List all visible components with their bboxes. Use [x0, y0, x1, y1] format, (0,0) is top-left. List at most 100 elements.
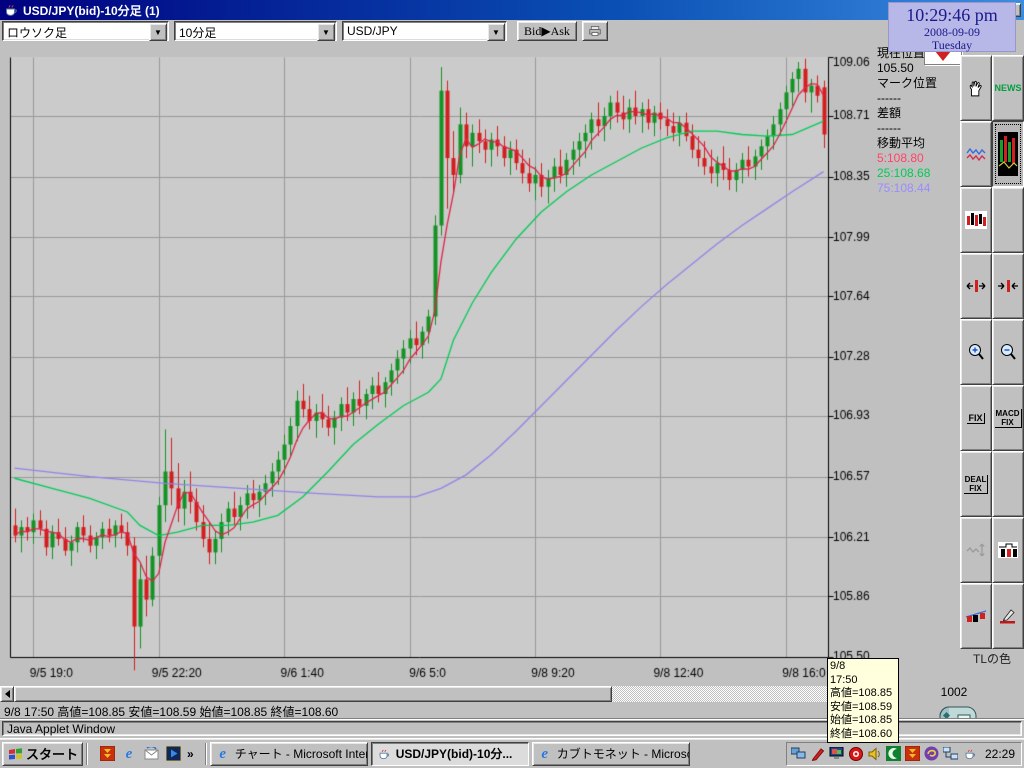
pan-button[interactable] [960, 55, 992, 121]
chart-horizontal-scrollbar[interactable] [0, 686, 876, 702]
pencil-icon [999, 607, 1017, 625]
ime-swirl-icon[interactable] [924, 746, 940, 762]
volume-bars-icon [998, 542, 1018, 558]
interval-select[interactable]: 10分足 ▼ [174, 21, 337, 41]
red-marker-icon [935, 51, 951, 61]
chevron-down-icon[interactable]: ▼ [487, 23, 505, 41]
macd-fix-label: MACDFIX [995, 409, 1022, 428]
gray-wave-arrows-icon [966, 542, 986, 558]
tooltip-date: 9/8 [830, 660, 896, 674]
volume-icon[interactable] [867, 746, 883, 762]
chevron-down-icon[interactable]: ▼ [149, 23, 167, 41]
clock-widget[interactable]: 10:29:46 pm 2008-09-09 Tuesday [888, 2, 1016, 52]
position-info-panel: 現在位置 105.50 マーク位置 ------ 差額 ------ 移動平均 … [877, 46, 961, 196]
deal-fix-button[interactable]: DEALFIX [960, 451, 992, 517]
print-button[interactable] [582, 21, 608, 41]
internet-explorer-icon: e [537, 746, 553, 762]
scrollbar-thumb[interactable] [14, 686, 612, 702]
zoom-in-button[interactable] [960, 319, 992, 385]
crescent-icon[interactable] [886, 746, 902, 762]
chevron-down-icon[interactable]: ▼ [317, 23, 335, 41]
side-toolbar: NEWS FIX MACDFIX DEALFIX [960, 55, 1024, 649]
internet-explorer-icon: e [215, 746, 231, 762]
mark-position-value: ------ [877, 91, 961, 106]
taskbar-window-kabutomonet[interactable]: e カブトモネット - Microsoft I.. [532, 742, 690, 766]
taskbar-window-label: カブトモネット - Microsoft I.. [557, 745, 690, 762]
fix-button[interactable]: FIX [960, 385, 992, 451]
news-label: NEWS [995, 83, 1022, 93]
moving-average-label: 移動平均 [877, 136, 961, 151]
internet-explorer-icon[interactable]: e [121, 746, 137, 762]
quick-launch-bar: e » [99, 746, 194, 762]
tooltip-open: 始値=108.85 [830, 714, 896, 728]
news-button[interactable]: NEWS [992, 55, 1024, 121]
java-tray-icon[interactable] [962, 746, 978, 762]
chart-toolbar: ロウソク足 ▼ 10分足 ▼ USD/JPY ▼ Bid▶Ask [0, 20, 1024, 42]
tooltip-close: 終値=108.60 [830, 728, 896, 742]
trendline-color-label: TLの色 [961, 650, 1023, 667]
mail-count: 1002 [934, 685, 974, 699]
deal-fix-label: DEALFIX [964, 475, 989, 494]
narrow-bars-button[interactable] [992, 253, 1024, 319]
chart-type-select[interactable]: ロウソク足 ▼ [2, 21, 169, 41]
taskbar-window-chart[interactable]: e チャート - Microsoft Intern... [210, 742, 368, 766]
start-label: スタート [26, 744, 78, 763]
trendline-button[interactable] [960, 583, 992, 649]
start-button[interactable]: スタート [2, 742, 83, 766]
difference-label: 差額 [877, 106, 961, 121]
tooltip-time: 17:50 [830, 674, 896, 688]
line-chart-mode-button[interactable] [960, 121, 992, 187]
bar-chart-icon [965, 211, 987, 229]
download-manager-tray-icon[interactable] [905, 746, 921, 762]
clock-time: 10:29:46 pm [889, 4, 1015, 26]
pc-network-icon[interactable] [791, 746, 807, 762]
symbol-value: USD/JPY [343, 22, 506, 42]
candle-chart-mode-button[interactable] [992, 121, 1024, 187]
scale-adjust-button-disabled[interactable] [960, 517, 992, 583]
divider [86, 743, 88, 765]
download-manager-icon[interactable] [99, 746, 115, 762]
print-icon [589, 24, 601, 38]
chart-type-value: ロウソク足 [3, 22, 168, 42]
price-chart[interactable] [0, 42, 880, 686]
quick-launch-more-button[interactable]: » [187, 747, 194, 761]
alert-badge-icon[interactable] [848, 746, 864, 762]
desktop: USD/JPY(bid)-10分足 (1) × ロウソク足 ▼ 10分足 ▼ U… [0, 0, 1024, 768]
bid-ask-toggle-button[interactable]: Bid▶Ask [517, 21, 577, 41]
system-tray: 22:29 [786, 742, 1022, 766]
draw-button[interactable] [992, 583, 1024, 649]
compress-horizontal-icon [997, 279, 1019, 293]
candlestick-icon [998, 132, 1018, 176]
widen-bars-button[interactable] [960, 253, 992, 319]
windows-logo-icon [7, 747, 23, 761]
lan-connection-icon[interactable] [943, 746, 959, 762]
divider [205, 743, 207, 765]
triangle-left-icon [5, 690, 10, 698]
pen-icon[interactable] [810, 746, 826, 762]
outlook-express-icon[interactable] [143, 746, 159, 762]
volume-button[interactable] [992, 517, 1024, 583]
window-titlebar[interactable]: USD/JPY(bid)-10分足 (1) × [0, 0, 1024, 20]
macd-fix-button[interactable]: MACDFIX [992, 385, 1024, 451]
tray-clock[interactable]: 22:29 [985, 747, 1015, 761]
clock-weekday: Tuesday [889, 39, 1015, 52]
java-icon [3, 2, 19, 18]
scroll-left-button[interactable] [0, 686, 14, 702]
hand-icon [967, 79, 985, 97]
mark-position-label: マーク位置 [877, 76, 961, 91]
side-toolbar-spacer [992, 451, 1024, 517]
side-toolbar-spacer [992, 187, 1024, 253]
media-player-icon[interactable] [165, 746, 181, 762]
symbol-select[interactable]: USD/JPY ▼ [342, 21, 507, 41]
difference-value: ------ [877, 121, 961, 136]
taskbar-window-usdjpy[interactable]: USD/JPY(bid)-10分... [371, 742, 529, 766]
bar-chart-mode-button[interactable] [960, 187, 992, 253]
java-icon [376, 746, 392, 762]
zoom-out-button[interactable] [992, 319, 1024, 385]
tooltip-high: 高値=108.85 [830, 687, 896, 701]
zoom-out-icon [999, 343, 1017, 361]
taskbar-window-label: チャート - Microsoft Intern... [235, 745, 368, 762]
trendline-icon [965, 608, 987, 624]
taskbar-window-label: USD/JPY(bid)-10分... [396, 745, 513, 762]
display-settings-icon[interactable] [829, 746, 845, 762]
